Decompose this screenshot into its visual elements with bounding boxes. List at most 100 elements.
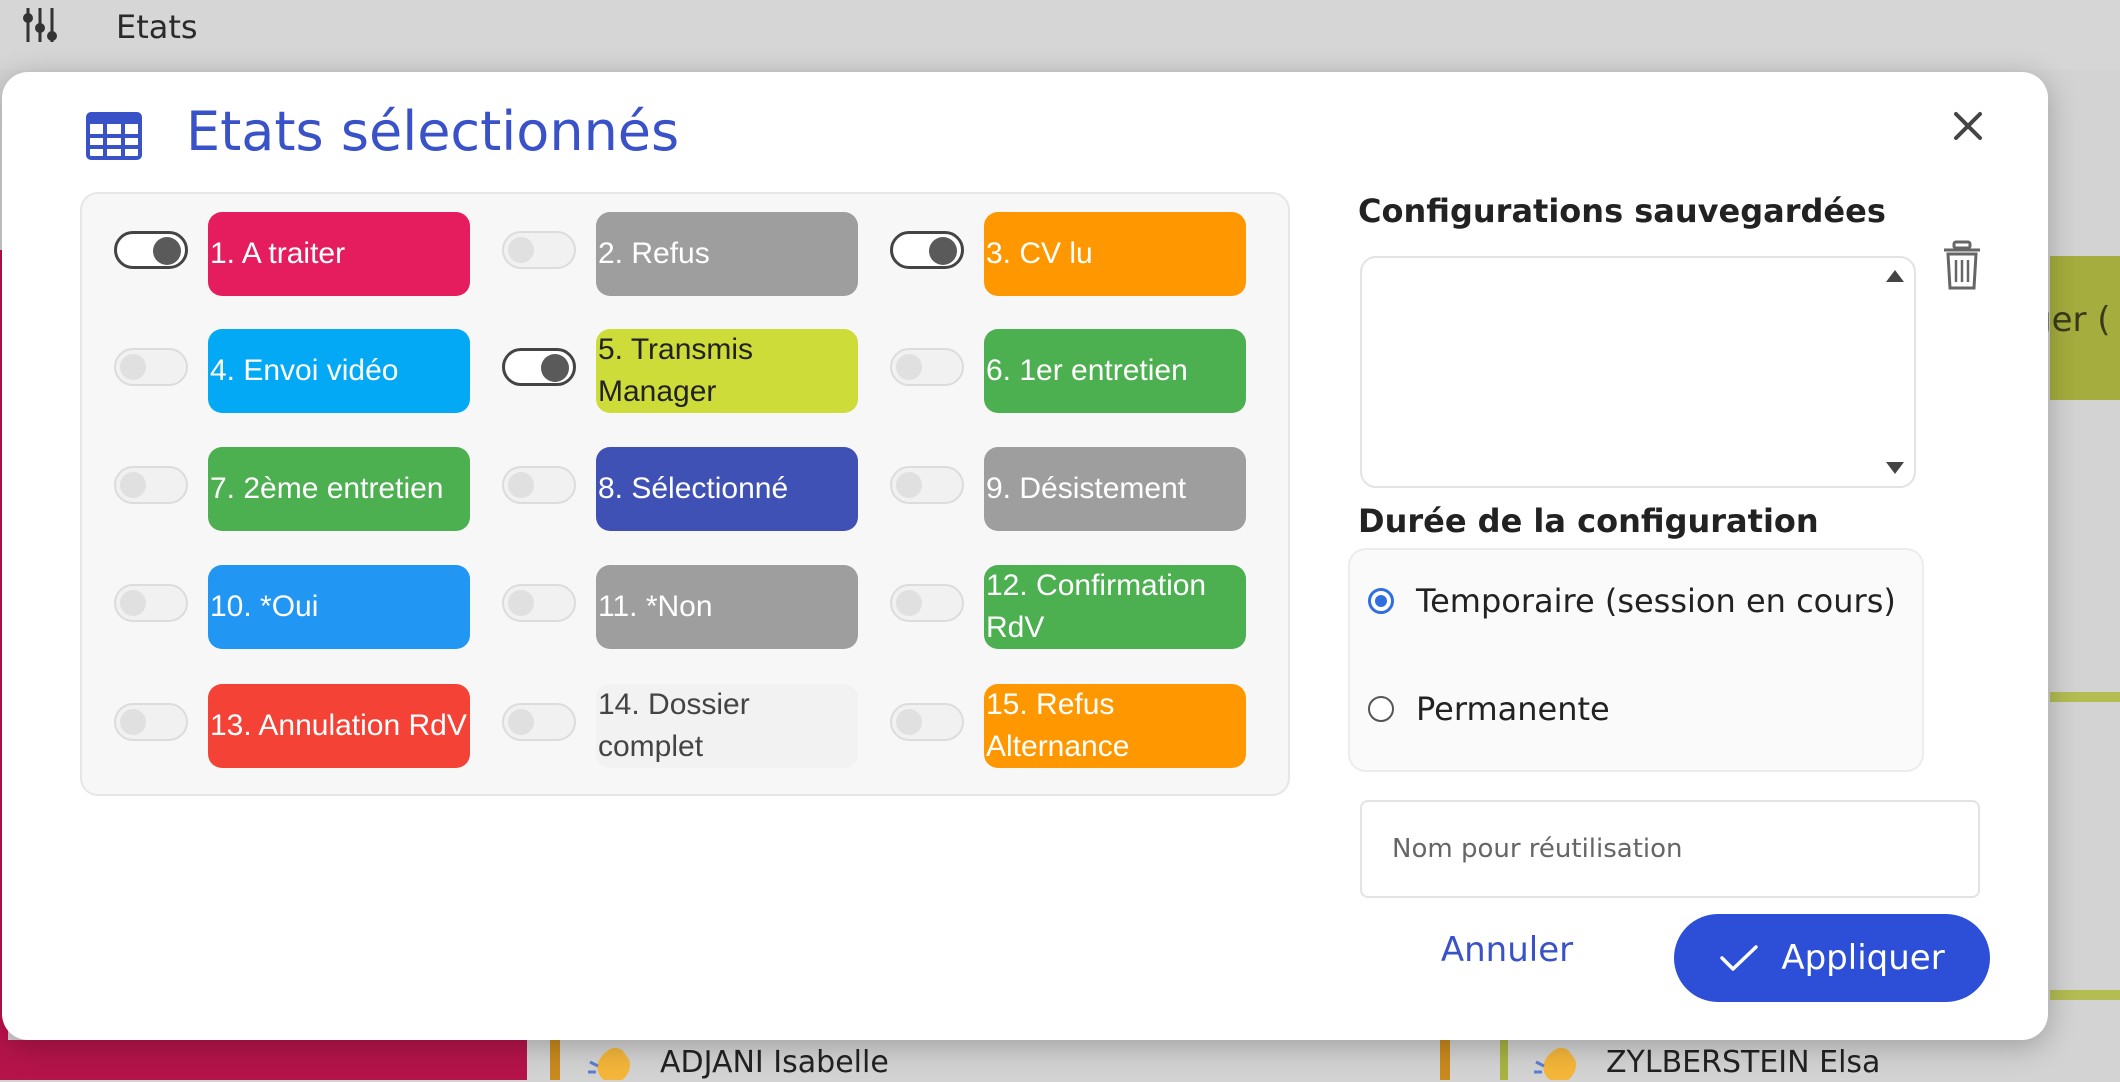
toggle-knob xyxy=(120,472,146,498)
state-item: 12. Confirmation RdV xyxy=(858,565,1246,651)
state-toggle[interactable] xyxy=(502,231,576,269)
radio-temporary[interactable]: Temporaire (session en cours) xyxy=(1368,582,1896,620)
config-name-input[interactable] xyxy=(1360,800,1980,898)
scroll-up-arrow-icon[interactable] xyxy=(1886,270,1904,282)
state-toggle[interactable] xyxy=(114,231,188,269)
radio-button[interactable] xyxy=(1368,696,1394,722)
toggle-knob xyxy=(929,237,957,265)
toggle-knob xyxy=(541,354,569,382)
state-item: 7. 2ème entretien xyxy=(82,447,470,533)
state-label: 9. Désistement xyxy=(986,472,1187,505)
trash-icon[interactable] xyxy=(1942,240,1982,292)
state-chip: 5. Transmis Manager xyxy=(596,329,858,413)
state-item: 10. *Oui xyxy=(82,565,470,651)
state-item: 1. A traiter xyxy=(82,212,470,298)
radio-label: Permanente xyxy=(1416,690,1610,728)
state-item: 14. Dossier complet xyxy=(470,684,858,770)
close-icon[interactable] xyxy=(1946,104,1990,148)
state-chip: 2. Refus xyxy=(596,212,858,296)
state-toggle[interactable] xyxy=(502,348,576,386)
candidate-name: ZYLBERSTEIN Elsa xyxy=(1606,1044,1881,1080)
toggle-knob xyxy=(120,709,146,735)
toggle-knob xyxy=(120,354,146,380)
filter-sliders-icon[interactable] xyxy=(22,6,72,46)
state-label: 11. *Non xyxy=(598,590,713,623)
duration-options: Temporaire (session en cours) Permanente xyxy=(1348,548,1924,772)
state-label: 7. 2ème entretien xyxy=(210,472,444,505)
state-label: 4. Envoi vidéo xyxy=(210,354,399,387)
toggle-knob xyxy=(896,590,922,616)
toggle-knob xyxy=(508,709,534,735)
state-toggle[interactable] xyxy=(890,466,964,504)
radio-permanent[interactable]: Permanente xyxy=(1368,690,1610,728)
background-divider xyxy=(2050,990,2120,1000)
waving-hand-icon xyxy=(1534,1047,1576,1080)
apply-button-label: Appliquer xyxy=(1781,938,1945,978)
state-label: 1. A traiter xyxy=(210,237,346,270)
state-toggle[interactable] xyxy=(890,231,964,269)
state-label: 15. Refus Alternance xyxy=(986,688,1130,763)
state-chip: 4. Envoi vidéo xyxy=(208,329,470,413)
scroll-down-arrow-icon[interactable] xyxy=(1886,462,1904,474)
state-chip: 9. Désistement xyxy=(984,447,1246,531)
state-chip: 10. *Oui xyxy=(208,565,470,649)
radio-button[interactable] xyxy=(1368,588,1394,614)
toggle-knob xyxy=(896,354,922,380)
state-chip: 6. 1er entretien xyxy=(984,329,1246,413)
saved-configurations-list[interactable] xyxy=(1360,256,1916,488)
toggle-knob xyxy=(508,237,534,263)
state-item: 2. Refus xyxy=(470,212,858,298)
toggle-knob xyxy=(508,590,534,616)
toggle-knob xyxy=(120,590,146,616)
cancel-button[interactable]: Annuler xyxy=(1432,914,1582,986)
state-toggle[interactable] xyxy=(890,703,964,741)
apply-button[interactable]: Appliquer xyxy=(1674,914,1990,1002)
state-toggle[interactable] xyxy=(114,584,188,622)
state-label: 10. *Oui xyxy=(210,590,319,623)
state-label: 13. Annulation RdV xyxy=(210,709,467,742)
state-toggle[interactable] xyxy=(114,703,188,741)
table-grid-icon xyxy=(86,112,142,160)
state-chip: 13. Annulation RdV xyxy=(208,684,470,768)
states-dialog: Etats sélectionnés 1. A traiter 2. Refus 3… xyxy=(2,72,2048,1040)
state-item: 11. *Non xyxy=(470,565,858,651)
background-divider xyxy=(2050,692,2120,702)
state-toggle[interactable] xyxy=(114,348,188,386)
state-chip: 15. Refus Alternance xyxy=(984,684,1246,768)
dialog-title: Etats sélectionnés xyxy=(186,100,680,163)
state-chip: 11. *Non xyxy=(596,565,858,649)
state-item: 13. Annulation RdV xyxy=(82,684,470,770)
state-chip: 7. 2ème entretien xyxy=(208,447,470,531)
candidate-card[interactable]: ZYLBERSTEIN Elsa xyxy=(1530,1042,1880,1082)
state-label: 12. Confirmation RdV xyxy=(986,569,1207,644)
radio-label: Temporaire (session en cours) xyxy=(1416,582,1896,620)
state-label: 6. 1er entretien xyxy=(986,354,1188,387)
state-toggle[interactable] xyxy=(890,584,964,622)
toggle-knob xyxy=(896,709,922,735)
waving-hand-icon xyxy=(588,1047,630,1080)
top-bar: Etats xyxy=(0,0,2120,70)
state-label: 2. Refus xyxy=(598,237,710,270)
state-item: 9. Désistement xyxy=(858,447,1246,533)
state-toggle[interactable] xyxy=(502,703,576,741)
checkmark-icon xyxy=(1720,945,1759,971)
saved-configurations-title: Configurations sauvegardées xyxy=(1358,192,1886,230)
state-chip: 3. CV lu xyxy=(984,212,1246,296)
state-item: 6. 1er entretien xyxy=(858,329,1246,415)
background-card-marker xyxy=(550,1040,560,1080)
state-item: 3. CV lu xyxy=(858,212,1246,298)
topbar-title: Etats xyxy=(116,8,198,46)
state-label: 5. Transmis Manager xyxy=(598,333,754,408)
candidate-card[interactable]: ADJANI Isabelle xyxy=(584,1042,889,1082)
state-toggle[interactable] xyxy=(502,584,576,622)
state-chip: 8. Sélectionné xyxy=(596,447,858,531)
state-item: 15. Refus Alternance xyxy=(858,684,1246,770)
state-label: 8. Sélectionné xyxy=(598,472,789,505)
state-chip: 12. Confirmation RdV xyxy=(984,565,1246,649)
state-toggle[interactable] xyxy=(890,348,964,386)
background-card-marker xyxy=(1500,1040,1508,1080)
background-column-block xyxy=(0,1040,527,1080)
state-label: 3. CV lu xyxy=(986,237,1093,270)
state-toggle[interactable] xyxy=(502,466,576,504)
state-toggle[interactable] xyxy=(114,466,188,504)
